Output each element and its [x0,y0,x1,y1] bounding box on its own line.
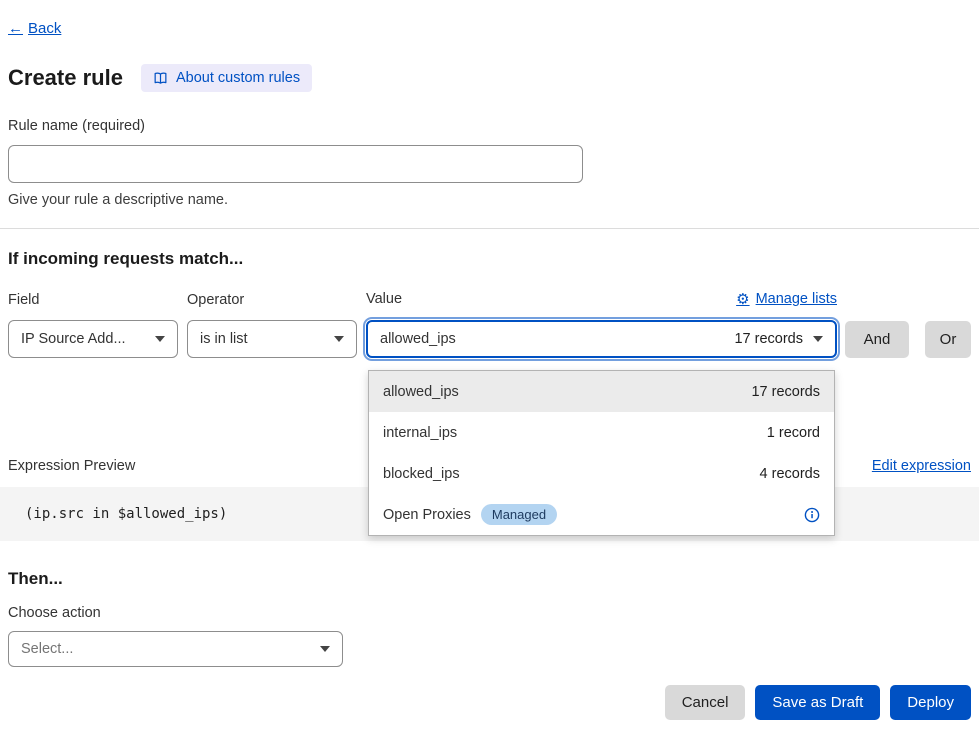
title-row: Create rule About custom rules [8,64,971,92]
about-custom-rules-link[interactable]: About custom rules [141,64,312,92]
match-heading: If incoming requests match... [8,249,971,269]
value-dropdown-menu: allowed_ips 17 records internal_ips 1 re… [368,370,835,536]
or-button[interactable]: Or [925,321,971,358]
value-records-count: 17 records [734,331,803,347]
field-select-value: IP Source Add... [21,331,126,347]
then-heading: Then... [8,569,971,589]
and-button[interactable]: And [845,321,909,358]
back-label: Back [28,20,61,37]
page-title: Create rule [8,65,123,91]
managed-badge: Managed [481,504,557,525]
value-column: Value ⚙ Manage lists allowed_ips 17 recor… [366,290,837,358]
rule-name-helper: Give your rule a descriptive name. [8,192,971,208]
manage-lists-label: Manage lists [756,291,837,307]
operator-label: Operator [187,292,357,308]
list-option-blocked-ips[interactable]: blocked_ips 4 records [369,453,834,494]
field-label: Field [8,292,178,308]
expression-preview-label: Expression Preview [8,458,135,474]
list-option-allowed-ips[interactable]: allowed_ips 17 records [369,371,834,412]
match-condition-row: Field IP Source Add... Operator is in li… [8,290,971,358]
value-select[interactable]: allowed_ips 17 records [366,320,837,358]
chevron-down-icon [334,336,344,342]
list-option-name: blocked_ips [383,466,460,482]
chevron-down-icon [813,336,823,342]
value-label-row: Value ⚙ Manage lists [366,290,837,308]
list-option-left: Open Proxies Managed [383,504,557,525]
list-option-records: 4 records [760,466,820,482]
list-option-open-proxies[interactable]: Open Proxies Managed [369,494,834,535]
deploy-button[interactable]: Deploy [890,685,971,720]
info-icon[interactable] [804,507,820,523]
operator-select-value: is in list [200,331,248,347]
manage-lists-link[interactable]: ⚙ Manage lists [736,290,837,308]
field-column: Field IP Source Add... [8,292,178,358]
save-as-draft-button[interactable]: Save as Draft [755,685,880,720]
list-option-name: internal_ips [383,425,457,441]
field-select[interactable]: IP Source Add... [8,320,178,358]
section-divider [0,228,979,229]
gear-icon: ⚙ [736,290,749,308]
rule-name-input[interactable] [8,145,583,183]
list-option-internal-ips[interactable]: internal_ips 1 record [369,412,834,453]
chevron-down-icon [320,646,330,652]
book-icon [153,71,168,86]
operator-select[interactable]: is in list [187,320,357,358]
choose-action-label: Choose action [8,605,971,621]
about-label: About custom rules [176,70,300,86]
list-option-name: Open Proxies [383,507,471,523]
value-select-value: allowed_ips [380,331,456,347]
value-select-right: 17 records [734,331,823,347]
operator-column: Operator is in list [187,292,357,358]
footer-actions: Cancel Save as Draft Deploy [8,685,971,720]
action-select-placeholder: Select... [21,641,73,657]
value-label: Value [366,291,402,307]
cancel-button[interactable]: Cancel [665,685,746,720]
action-select[interactable]: Select... [8,631,343,667]
list-option-records: 17 records [751,384,820,400]
back-arrow-icon: ← [8,20,23,37]
list-option-records: 1 record [767,425,820,441]
rule-name-label: Rule name (required) [8,118,971,134]
edit-expression-link[interactable]: Edit expression [872,458,971,474]
chevron-down-icon [155,336,165,342]
list-option-name: allowed_ips [383,384,459,400]
create-rule-page: ← Back Create rule About custom rules Rul… [0,0,979,739]
back-link[interactable]: ← Back [8,20,61,37]
